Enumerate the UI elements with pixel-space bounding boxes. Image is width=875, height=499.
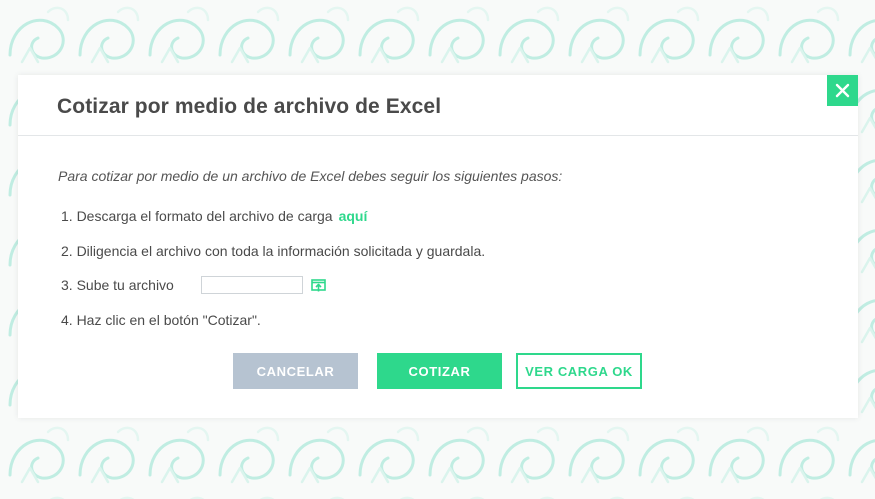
intro-text: Para cotizar por medio de un archivo de … <box>58 168 563 184</box>
download-template-link[interactable]: aquí <box>339 208 368 224</box>
cancel-button[interactable]: CANCELAR <box>233 353 358 389</box>
view-upload-ok-button[interactable]: VER CARGA OK <box>516 353 642 389</box>
step-download: 1. Descarga el formato del archivo de ca… <box>61 208 367 224</box>
step-upload-label: 3. Sube tu archivo <box>61 277 174 293</box>
quote-button[interactable]: COTIZAR <box>377 353 502 389</box>
upload-icon[interactable] <box>311 278 326 293</box>
modal-header: Cotizar por medio de archivo de Excel <box>18 75 858 136</box>
step-download-label: 1. Descarga el formato del archivo de ca… <box>61 208 333 224</box>
excel-quote-modal: Cotizar por medio de archivo de Excel Pa… <box>18 75 858 418</box>
step-click-quote: 4. Haz clic en el botón "Cotizar". <box>61 312 261 328</box>
close-icon <box>835 83 850 98</box>
file-input[interactable] <box>201 276 303 294</box>
modal-title: Cotizar por medio de archivo de Excel <box>57 95 442 118</box>
close-button[interactable] <box>827 75 858 106</box>
step-fill: 2. Diligencia el archivo con toda la inf… <box>61 243 486 259</box>
